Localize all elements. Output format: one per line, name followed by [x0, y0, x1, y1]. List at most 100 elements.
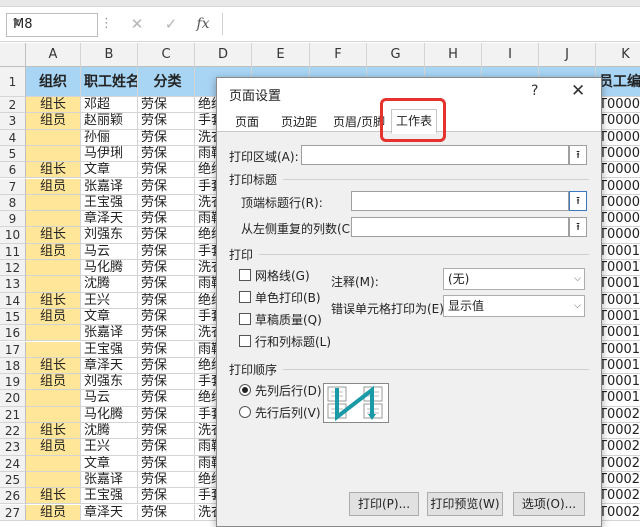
- row-col-headings-checkbox[interactable]: [239, 335, 251, 347]
- table-cell[interactable]: 劳保: [138, 276, 195, 293]
- table-cell[interactable]: 刘强东: [81, 374, 138, 391]
- table-cell[interactable]: 劳保: [138, 129, 195, 146]
- table-cell[interactable]: T00006: [596, 179, 640, 195]
- table-cell[interactable]: T00001: [596, 97, 640, 114]
- table-cell[interactable]: T00014: [596, 309, 640, 326]
- table-cell[interactable]: T00023: [596, 456, 640, 472]
- chevron-down-icon[interactable]: ▼: [13, 18, 93, 28]
- table-cell[interactable]: 组长: [26, 292, 81, 309]
- print-area-input[interactable]: [301, 145, 569, 165]
- table-cell[interactable]: 劳保: [138, 488, 195, 505]
- table-cell[interactable]: 文章: [81, 162, 138, 179]
- column-header-k[interactable]: K: [596, 43, 640, 67]
- table-cell[interactable]: 张嘉译: [81, 325, 138, 342]
- table-cell[interactable]: 王兴: [81, 439, 138, 456]
- column-header-i[interactable]: I: [482, 43, 539, 67]
- table-cell[interactable]: 文章: [81, 455, 138, 472]
- table-cell[interactable]: 劳保: [138, 260, 195, 277]
- column-header-f[interactable]: F: [310, 43, 367, 67]
- row-header[interactable]: 10: [0, 227, 26, 244]
- left-cols-input[interactable]: [351, 217, 569, 237]
- table-cell[interactable]: 劳保: [138, 471, 195, 489]
- table-cell[interactable]: [26, 260, 81, 277]
- row-header[interactable]: 25: [0, 471, 26, 489]
- row-header[interactable]: 26: [0, 488, 26, 505]
- table-cell[interactable]: T00009: [596, 227, 640, 244]
- table-cell[interactable]: 组长: [26, 488, 81, 505]
- table-cell[interactable]: 马云: [81, 390, 138, 407]
- row-header[interactable]: 20: [0, 390, 26, 407]
- row-header[interactable]: 23: [0, 439, 26, 456]
- row-header[interactable]: 11: [0, 243, 26, 260]
- table-cell[interactable]: [26, 325, 81, 342]
- draft-checkbox[interactable]: [239, 313, 251, 325]
- table-cell[interactable]: 劳保: [138, 227, 195, 244]
- row-header[interactable]: 21: [0, 406, 26, 423]
- row-header[interactable]: 8: [0, 194, 26, 212]
- table-cell[interactable]: 章泽天: [81, 357, 138, 375]
- table-cell[interactable]: T00019: [596, 390, 640, 407]
- table-cell[interactable]: T00008: [596, 211, 640, 228]
- table-cell[interactable]: 王宝强: [81, 194, 138, 212]
- table-cell[interactable]: 文章: [81, 308, 138, 326]
- help-icon[interactable]: ?: [531, 83, 538, 99]
- row-header[interactable]: 1: [0, 67, 26, 97]
- table-cell[interactable]: T00013: [596, 293, 640, 309]
- row-header[interactable]: 7: [0, 178, 26, 195]
- table-cell[interactable]: 劳保: [138, 390, 195, 407]
- table-cell[interactable]: T00024: [596, 472, 640, 489]
- table-cell[interactable]: 组长: [26, 227, 81, 244]
- select-all-corner[interactable]: [0, 43, 26, 67]
- table-cell[interactable]: T00017: [596, 358, 640, 375]
- table-cell[interactable]: 孙俪: [81, 129, 138, 146]
- table-cell[interactable]: 马化腾: [81, 406, 138, 423]
- table-cell[interactable]: [26, 194, 81, 212]
- table-cell[interactable]: T00002: [596, 113, 640, 130]
- row-header[interactable]: 22: [0, 423, 26, 440]
- options-button[interactable]: 选项(O)...: [513, 492, 585, 516]
- print-preview-button[interactable]: 打印预览(W): [427, 492, 503, 516]
- row-header[interactable]: 24: [0, 455, 26, 472]
- table-cell[interactable]: T00020: [596, 407, 640, 423]
- insert-function-icon[interactable]: fx: [192, 13, 214, 35]
- table-cell[interactable]: 劳保: [138, 113, 195, 130]
- column-header-b[interactable]: B: [81, 43, 138, 67]
- row-header[interactable]: 14: [0, 292, 26, 309]
- table-cell[interactable]: 刘强东: [81, 227, 138, 244]
- table-cell[interactable]: 劳保: [138, 341, 195, 358]
- errors-select[interactable]: 显示值 ⌵: [443, 295, 585, 317]
- header-cell[interactable]: 组织: [26, 67, 81, 97]
- header-cell[interactable]: 职工姓名: [81, 67, 138, 97]
- table-cell[interactable]: 章泽天: [81, 211, 138, 228]
- table-cell[interactable]: 赵丽颖: [81, 113, 138, 130]
- table-cell[interactable]: 组长: [26, 423, 81, 440]
- table-cell[interactable]: [26, 129, 81, 146]
- table-cell[interactable]: 章泽天: [81, 504, 138, 521]
- table-cell[interactable]: 劳保: [138, 97, 195, 114]
- table-cell[interactable]: 组员: [26, 243, 81, 260]
- table-cell[interactable]: [26, 471, 81, 489]
- column-header-j[interactable]: J: [539, 43, 596, 67]
- row-header[interactable]: 2: [0, 97, 26, 114]
- row-header[interactable]: 6: [0, 162, 26, 179]
- table-cell[interactable]: 组员: [26, 113, 81, 130]
- table-cell[interactable]: 劳保: [138, 439, 195, 456]
- table-cell[interactable]: 王宝强: [81, 341, 138, 358]
- table-cell[interactable]: 劳保: [138, 357, 195, 375]
- table-cell[interactable]: 沈腾: [81, 276, 138, 293]
- table-cell[interactable]: T00011: [596, 260, 640, 277]
- column-header-h[interactable]: H: [425, 43, 482, 67]
- column-header-e[interactable]: E: [252, 43, 310, 67]
- print-button[interactable]: 打印(P)...: [349, 492, 419, 516]
- table-cell[interactable]: T00007: [596, 195, 640, 212]
- row-header[interactable]: 4: [0, 129, 26, 146]
- table-cell[interactable]: 马云: [81, 243, 138, 260]
- header-cell[interactable]: 员工编号: [596, 67, 640, 97]
- close-icon[interactable]: ✕: [571, 81, 585, 101]
- row-header[interactable]: 5: [0, 145, 26, 163]
- row-header[interactable]: 17: [0, 341, 26, 358]
- table-cell[interactable]: 劳保: [138, 325, 195, 342]
- table-cell[interactable]: T00022: [596, 439, 640, 456]
- comments-select[interactable]: (无) ⌵: [443, 268, 585, 290]
- table-cell[interactable]: 劳保: [138, 406, 195, 423]
